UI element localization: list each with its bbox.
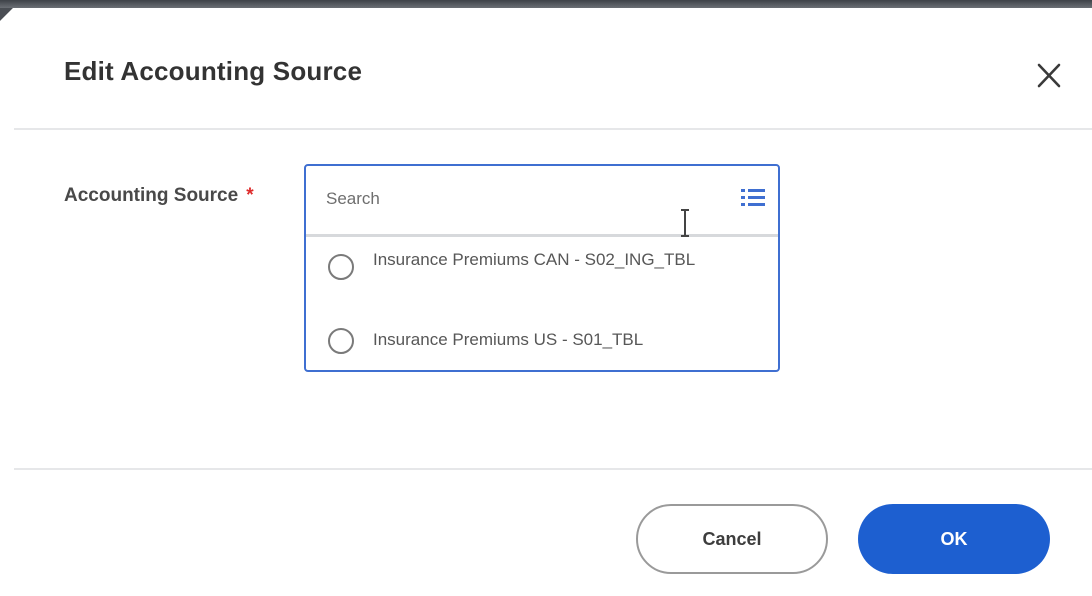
option-insurance-premiums-can[interactable]: Insurance Premiums CAN - S02_ING_TBL [326, 246, 766, 302]
option-label: Insurance Premiums US - S01_TBL [373, 330, 644, 349]
radio-button[interactable] [328, 254, 354, 280]
search-row [306, 166, 778, 237]
ok-button[interactable]: OK [858, 504, 1050, 574]
header-divider [14, 128, 1092, 130]
text-cursor-icon [678, 206, 692, 240]
radio-button[interactable] [328, 328, 354, 354]
cancel-button[interactable]: Cancel [636, 504, 828, 574]
accounting-source-label: Accounting Source * [64, 185, 254, 207]
list-view-icon[interactable] [740, 186, 766, 210]
dialog: Edit Accounting Source Accounting Source… [0, 0, 1092, 596]
close-button[interactable] [1026, 56, 1070, 96]
search-input[interactable] [326, 186, 726, 212]
field-label-text: Accounting Source [64, 185, 239, 206]
close-icon [1037, 63, 1061, 88]
footer-divider [14, 468, 1092, 470]
dialog-title: Edit Accounting Source [64, 56, 363, 86]
window-top-edge [0, 0, 1092, 22]
option-insurance-premiums-us[interactable]: Insurance Premiums US - S01_TBL [326, 326, 766, 358]
required-marker: * [246, 185, 254, 206]
option-label: Insurance Premiums CAN - S02_ING_TBL [373, 250, 696, 269]
accounting-source-prompt[interactable]: Insurance Premiums CAN - S02_ING_TBL Ins… [304, 164, 780, 372]
